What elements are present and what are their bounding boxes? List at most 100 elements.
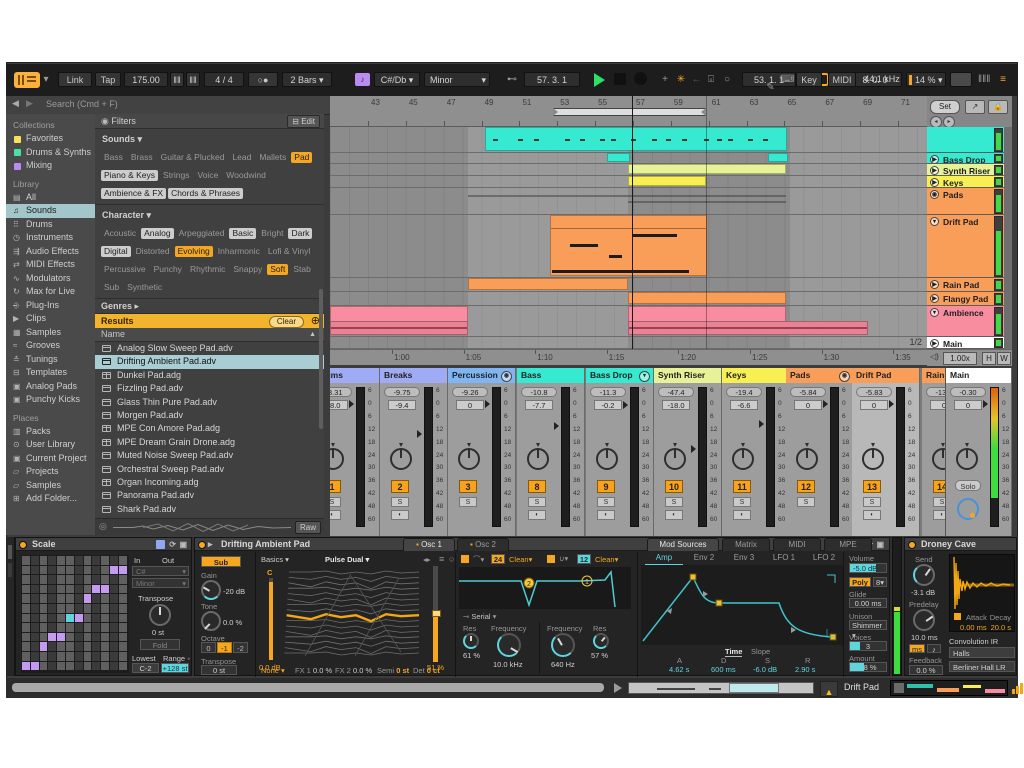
osc-level-slider[interactable] [269,578,273,660]
filter-tag-evolving[interactable]: Evolving [174,246,213,257]
scale-grid-cell[interactable] [110,584,118,594]
scale-grid-cell[interactable] [48,623,57,632]
scale-grid-cell[interactable] [118,594,127,603]
scale-grid-cell[interactable] [118,565,127,575]
automation-arm-icon[interactable]: ✳ [674,72,688,87]
scale-grid-cell[interactable] [92,575,101,584]
filter2-on-icon[interactable] [547,555,555,563]
ir-decay-value[interactable]: 20.0 s [991,623,1011,632]
result-item[interactable]: MPE Dream Grain Drone.adg [95,436,324,449]
solo-button[interactable]: S [528,497,546,507]
filter-tag-strings[interactable]: Strings [160,170,192,181]
nudge-up-button[interactable]: ‖‖ [186,72,200,87]
peak-level-readout[interactable]: -47.4 [658,387,694,397]
result-item[interactable]: Panorama Pad.adv [95,489,324,502]
track-header-flangy-pad[interactable]: ▶ Flangy Pad [927,292,1004,306]
f1-res-value[interactable]: 61 % [463,651,480,660]
glide-box[interactable]: 0.00 ms [849,598,887,608]
sidebar-item-plug-ins[interactable]: ⎆ Plug-Ins [6,299,95,313]
octave-option-0[interactable]: 0 [201,642,216,653]
sidebar-item-add-folder-[interactable]: ⊞ Add Folder... [6,492,95,506]
browser-forward-icon[interactable]: ▶ [26,98,33,109]
sidebar-item-analog-pads[interactable]: ▣ Analog Pads [6,380,95,394]
expand-device-icon[interactable]: ▸ [208,538,213,551]
scale-grid-cell[interactable] [57,623,65,632]
tab-mpe[interactable]: MPE [824,538,872,551]
filter-tag-arpeggiated[interactable]: Arpeggiated [176,228,228,239]
stop-button[interactable] [614,73,626,85]
scale-grid-cell[interactable] [101,584,109,594]
scale-grid-cell[interactable] [101,565,109,575]
reenable-automation-icon[interactable]: ← [690,72,703,87]
quantize-menu[interactable]: 2 Bars ▾ [282,72,332,87]
sidebar-item-mixing[interactable]: Mixing [6,159,95,173]
scale-grid-cell[interactable] [66,613,74,623]
nudge-down-button[interactable]: ‖‖ [170,72,184,87]
scale-grid-cell[interactable] [74,642,83,651]
scale-grid-cell[interactable] [30,565,39,575]
solo-button[interactable]: Solo [955,480,981,491]
f2-res-knob[interactable] [593,633,609,649]
filter1-slope-badge[interactable]: 24 [491,554,505,564]
scale-grid-cell[interactable] [92,652,101,661]
filter-tag-mallets[interactable]: Mallets [256,152,289,163]
pan-knob[interactable] [527,443,549,470]
unfold-icon[interactable]: ▾ [930,217,939,226]
arrangement-clip[interactable] [550,215,707,276]
env-tab-env-[interactable]: Env 2 [685,552,723,564]
octave-option--1[interactable]: -1 [217,642,232,653]
scale-grid-cell[interactable] [48,565,57,575]
play-button[interactable] [594,73,605,87]
scale-grid-cell[interactable] [30,556,39,565]
poly-mode-button[interactable]: Poly [849,577,871,587]
ir-attack-handle-icon[interactable] [954,613,961,620]
scale-grid-cell[interactable] [39,565,48,575]
key-scale-menu[interactable]: Minor ▾ [424,72,490,87]
scale-grid-cell[interactable] [48,584,57,594]
filter1-circuit-menu[interactable]: Clean▾ [509,555,532,564]
env-slope-toggle[interactable]: Slope [751,647,770,656]
mixer-track-title[interactable]: Main [946,368,1011,383]
result-item[interactable]: Analog Slow Sweep Pad.adv [95,342,324,355]
scale-grid-cell[interactable] [39,575,48,584]
link-button[interactable]: Link [58,72,92,87]
computer-midi-keyboard-icon[interactable]: ⌨ [780,72,794,87]
scale-grid-cell[interactable] [83,613,92,623]
scale-grid-cell[interactable] [48,556,57,565]
peak-level-readout[interactable]: -8.31 [330,387,352,397]
ir-category-menu[interactable]: Halls [949,647,1015,658]
session-record-icon[interactable]: ○ [720,72,734,87]
track-number-button[interactable]: 1 [330,480,341,493]
predelay-ms-toggle[interactable]: ms [909,644,925,654]
monitor-button[interactable]: ◐ [665,510,683,520]
scale-grid-cell[interactable] [48,575,57,584]
preview-speaker-icon[interactable]: ◎ [99,521,107,532]
browser-back-icon[interactable]: ◀ [12,98,19,109]
wavetable-category-menu[interactable]: Basics ▾ [261,554,317,565]
amount-box[interactable]: 38 % [849,662,887,672]
volume-fader-marker[interactable] [554,422,559,430]
preview-waveform[interactable] [113,522,291,533]
scale-grid-cell[interactable] [66,565,74,575]
sustain-value[interactable]: -6.0 dB [753,665,777,674]
playhead[interactable] [632,96,633,349]
volume-value-box[interactable]: -9.4 [388,400,416,410]
filter-group-label[interactable]: Character ▾ [102,210,319,221]
audio-sub-clip[interactable] [628,321,868,335]
sidebar-item-midi-effects[interactable]: ⇄ MIDI Effects [6,258,95,272]
tap-tempo-button[interactable]: Tap [95,72,121,87]
peak-level-readout[interactable]: -5.84 [790,387,826,397]
monitor-button[interactable]: ◐ [733,510,751,520]
scale-grid-cell[interactable] [30,575,39,584]
track-header-keys[interactable]: ▶ Keys [927,176,1004,188]
scale-grid[interactable] [21,555,129,673]
midi-map-button[interactable]: MIDI [828,72,856,87]
f1-freq-knob[interactable] [497,633,521,657]
scale-grid-cell[interactable] [66,594,74,603]
scale-grid-cell[interactable] [118,652,127,661]
track-number-button[interactable]: 2 [391,480,409,493]
wavetable-name-menu[interactable]: Pulse Dual ▾ [325,554,415,565]
track-play-icon[interactable]: ▶ [930,166,939,175]
solo-button[interactable]: S [797,497,815,507]
scale-grid-cell[interactable] [66,623,74,632]
